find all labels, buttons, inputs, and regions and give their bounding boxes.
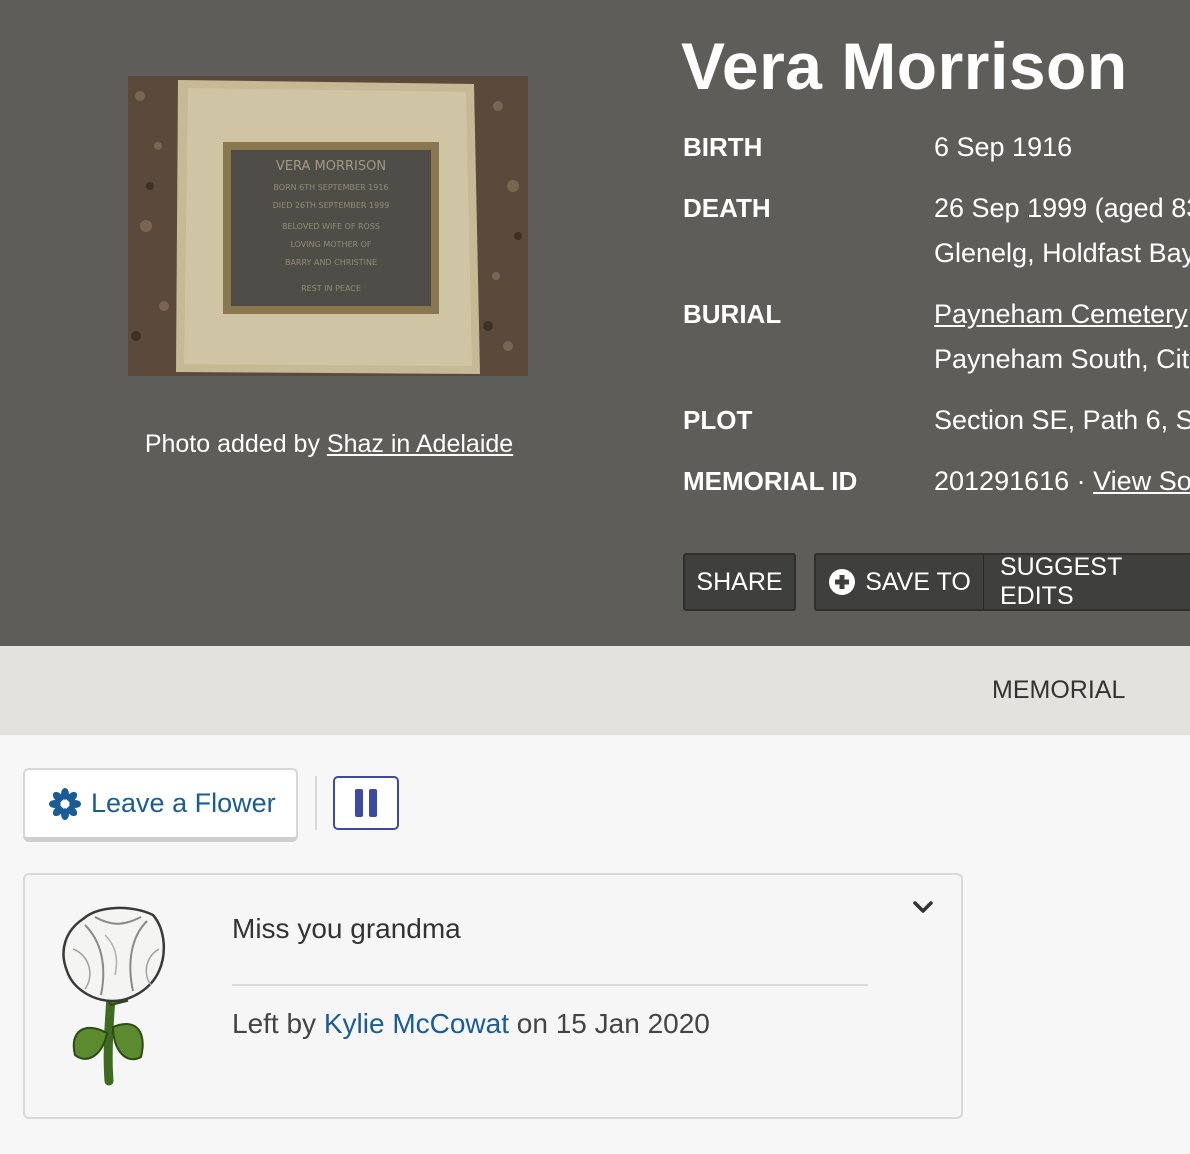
flower-card: Miss you grandma Left by Kylie McCowat o…: [23, 873, 963, 1119]
leave-flower-label: Leave a Flower: [91, 788, 276, 818]
share-button-label: SHARE: [696, 567, 783, 596]
toolbar-divider: [315, 776, 317, 830]
birth-value: 6 Sep 1916: [934, 132, 1073, 162]
white-rose-image: [55, 905, 175, 1090]
plot-label: PLOT: [683, 405, 753, 435]
plaque-name: VERA MORRISON: [276, 159, 386, 174]
chevron-down-icon[interactable]: [911, 895, 935, 919]
plaque-line: REST IN PEACE: [301, 284, 361, 293]
left-by-prefix: Left by: [232, 1008, 317, 1039]
flower-author-link[interactable]: Kylie McCowat: [324, 1008, 509, 1039]
flower-date: on 15 Jan 2020: [516, 1008, 710, 1039]
memorial-header: VERA MORRISON BORN 6TH SEPTEMBER 1916 DI…: [0, 0, 1190, 646]
memorial-id-label: MEMORIAL ID: [683, 466, 858, 496]
plaque-line: BORN 6TH SEPTEMBER 1916: [273, 183, 388, 192]
view-source-link[interactable]: View Sou: [1093, 466, 1190, 496]
plot-value: Section SE, Path 6, Si: [934, 405, 1190, 435]
flower-meta: Left by Kylie McCowat on 15 Jan 2020: [232, 1008, 710, 1040]
plaque-line: LOVING MOTHER OF: [290, 240, 371, 249]
plaque-line: BELOVED WIFE OF ROSS: [282, 222, 380, 231]
death-label: DEATH: [683, 193, 771, 223]
birth-label: BIRTH: [683, 132, 763, 162]
burial-cemetery-link[interactable]: Payneham Cemetery: [934, 299, 1188, 329]
card-divider: [232, 984, 868, 986]
memorial-photo[interactable]: VERA MORRISON BORN 6TH SEPTEMBER 1916 DI…: [128, 76, 528, 376]
tab-memorial[interactable]: MEMORIAL: [992, 676, 1125, 705]
flower-message: Miss you grandma: [232, 913, 461, 944]
photo-caption: Photo added by Shaz in Adelaide: [100, 430, 558, 459]
plaque-line: DIED 26TH SEPTEMBER 1999: [273, 201, 390, 210]
death-value: 26 Sep 1999 (aged 83: [934, 193, 1190, 223]
pause-icon: [353, 788, 379, 818]
suggest-edits-button[interactable]: SUGGEST EDITS: [984, 553, 1190, 611]
save-to-button[interactable]: SAVE TO: [814, 553, 984, 611]
photo-contributor-link[interactable]: Shaz in Adelaide: [327, 430, 513, 458]
flower-icon: [49, 787, 81, 820]
memorial-id-value: 201291616 ·: [934, 466, 1086, 496]
plaque-line: BARRY AND CHRISTINE: [285, 258, 377, 267]
burial-place: Payneham South, Cit: [934, 344, 1190, 374]
plus-circle-icon: [828, 568, 856, 596]
pause-button[interactable]: [333, 776, 399, 830]
memorial-name: Vera Morrison: [681, 29, 1128, 103]
leave-flower-button[interactable]: Leave a Flower: [23, 768, 298, 842]
save-to-label: SAVE TO: [865, 567, 971, 596]
burial-label: BURIAL: [683, 299, 782, 329]
death-place: Glenelg, Holdfast Bay: [934, 238, 1190, 268]
photo-caption-prefix: Photo added by: [144, 430, 320, 458]
share-button[interactable]: SHARE: [683, 553, 796, 611]
suggest-edits-label: SUGGEST EDITS: [1000, 553, 1122, 610]
